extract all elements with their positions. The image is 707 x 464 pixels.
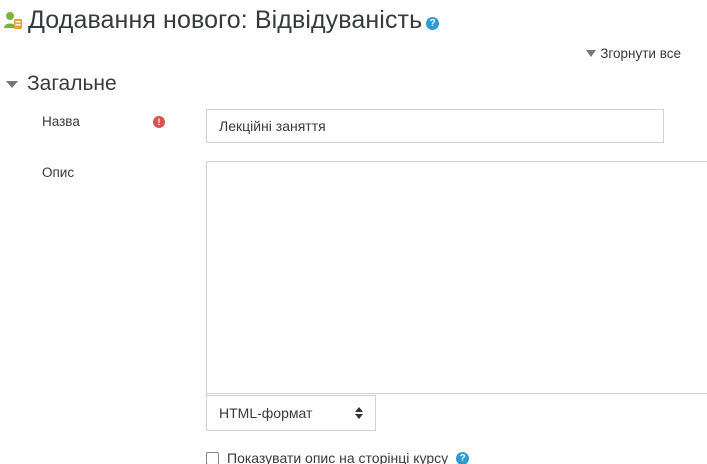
page-title: Додавання нового: Відвідуваність	[28, 5, 423, 34]
triangle-down-icon	[6, 80, 18, 88]
question-icon[interactable]: ?	[426, 16, 440, 30]
show-description-checkbox[interactable]	[206, 451, 219, 464]
format-select-value: HTML-формат	[219, 405, 313, 421]
format-select[interactable]: HTML-формат	[206, 395, 376, 431]
collapse-all-label: Згорнути все	[600, 46, 681, 61]
collapse-all-link[interactable]: Згорнути все	[586, 46, 681, 61]
description-editor[interactable]	[206, 161, 707, 394]
page-header: Додавання нового: Відвідуваність ?	[0, 2, 440, 38]
description-label: Опис	[42, 165, 75, 180]
section-title: Загальне	[27, 72, 117, 95]
show-description-row: Показувати опис на сторінці курсу ?	[206, 450, 470, 464]
section-toggle-general[interactable]: Загальне	[6, 72, 117, 96]
question-icon[interactable]: ?	[456, 451, 470, 464]
name-label: Назва	[42, 114, 80, 129]
select-arrows-icon	[355, 407, 363, 419]
triangle-down-icon	[586, 50, 597, 57]
name-input[interactable]	[206, 109, 664, 143]
attendance-icon	[4, 12, 22, 29]
page: Додавання нового: Відвідуваність ? Згорн…	[0, 0, 707, 464]
show-description-label[interactable]: Показувати опис на сторінці курсу	[227, 450, 448, 464]
required-icon: !	[153, 116, 165, 128]
